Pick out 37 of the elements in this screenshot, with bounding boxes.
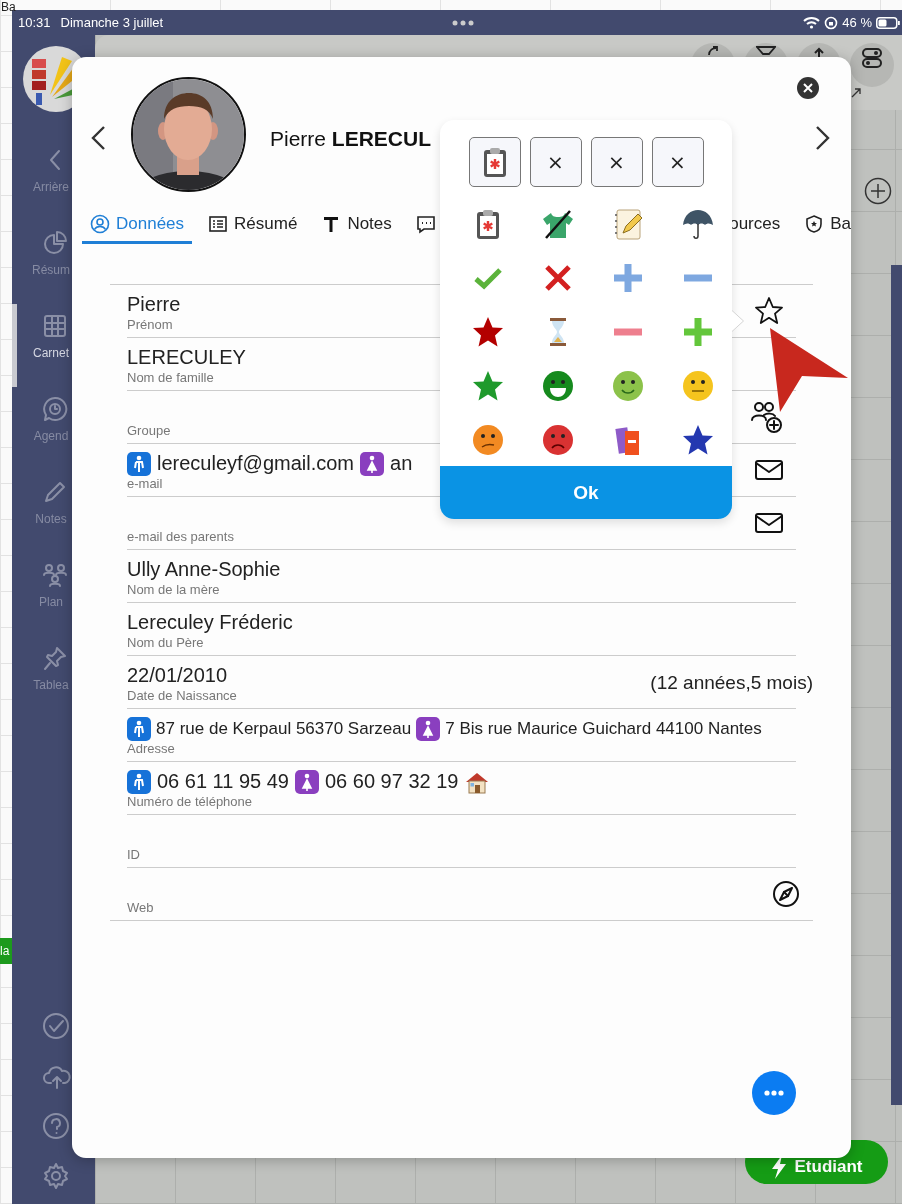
- field-label: Nom de famille: [127, 370, 214, 386]
- field-value[interactable]: Pierre: [127, 292, 181, 317]
- field-value: 7 Bis rue Maurice Guichard 44100 Nantes: [445, 718, 762, 740]
- field-value: 87 rue de Kerpaul 56370 Sarzeau: [156, 718, 412, 740]
- battery-percent: 46 %: [842, 15, 872, 30]
- status-time: 10:31: [18, 15, 51, 30]
- field-value: an: [390, 451, 413, 476]
- field-value[interactable]: LERECULEY: [127, 345, 246, 370]
- field-label: Web: [127, 900, 154, 916]
- field-label: Prénom: [127, 317, 173, 333]
- page-corner-text: Ba: [1, 0, 16, 14]
- field-value: 06 60 97 32 19: [325, 769, 459, 794]
- field-label: Nom de la mère: [127, 582, 220, 598]
- field-value: lereculeyf@gmail.com: [157, 451, 355, 476]
- icon-slot[interactable]: ×: [590, 137, 643, 187]
- status-date: Dimanche 3 juillet: [60, 15, 164, 30]
- tab[interactable]: Résumé: [200, 214, 306, 244]
- field-label: e-mail des parents: [127, 529, 234, 545]
- field-value[interactable]: 22/01/2010: [127, 663, 228, 688]
- field-label: e-mail: [127, 476, 163, 492]
- age-text: (12 années,5 mois): [650, 671, 813, 694]
- spreadsheet-cell: la: [0, 938, 12, 964]
- tab[interactable]: Ba: [796, 214, 851, 244]
- tab[interactable]: Notes: [313, 214, 400, 244]
- field-value[interactable]: Ully Anne-Sophie: [127, 557, 281, 582]
- field-label: Numéro de téléphone: [127, 794, 253, 810]
- field-value: 06 61 11 95 49: [157, 769, 289, 794]
- tab[interactable]: Données: [82, 214, 193, 244]
- field-label: ID: [127, 847, 140, 863]
- field-label: Nom du Père: [127, 635, 204, 651]
- field-label: Date de Naissance: [127, 688, 237, 704]
- field-label: Adresse: [127, 741, 175, 757]
- icon-slot[interactable]: ×: [529, 137, 582, 187]
- field-label: Groupe: [127, 423, 171, 439]
- icon-slot[interactable]: ×: [651, 137, 704, 187]
- student-name: Pierre LERECUL: [270, 127, 432, 151]
- field-value[interactable]: Lereculey Fréderic: [127, 610, 293, 635]
